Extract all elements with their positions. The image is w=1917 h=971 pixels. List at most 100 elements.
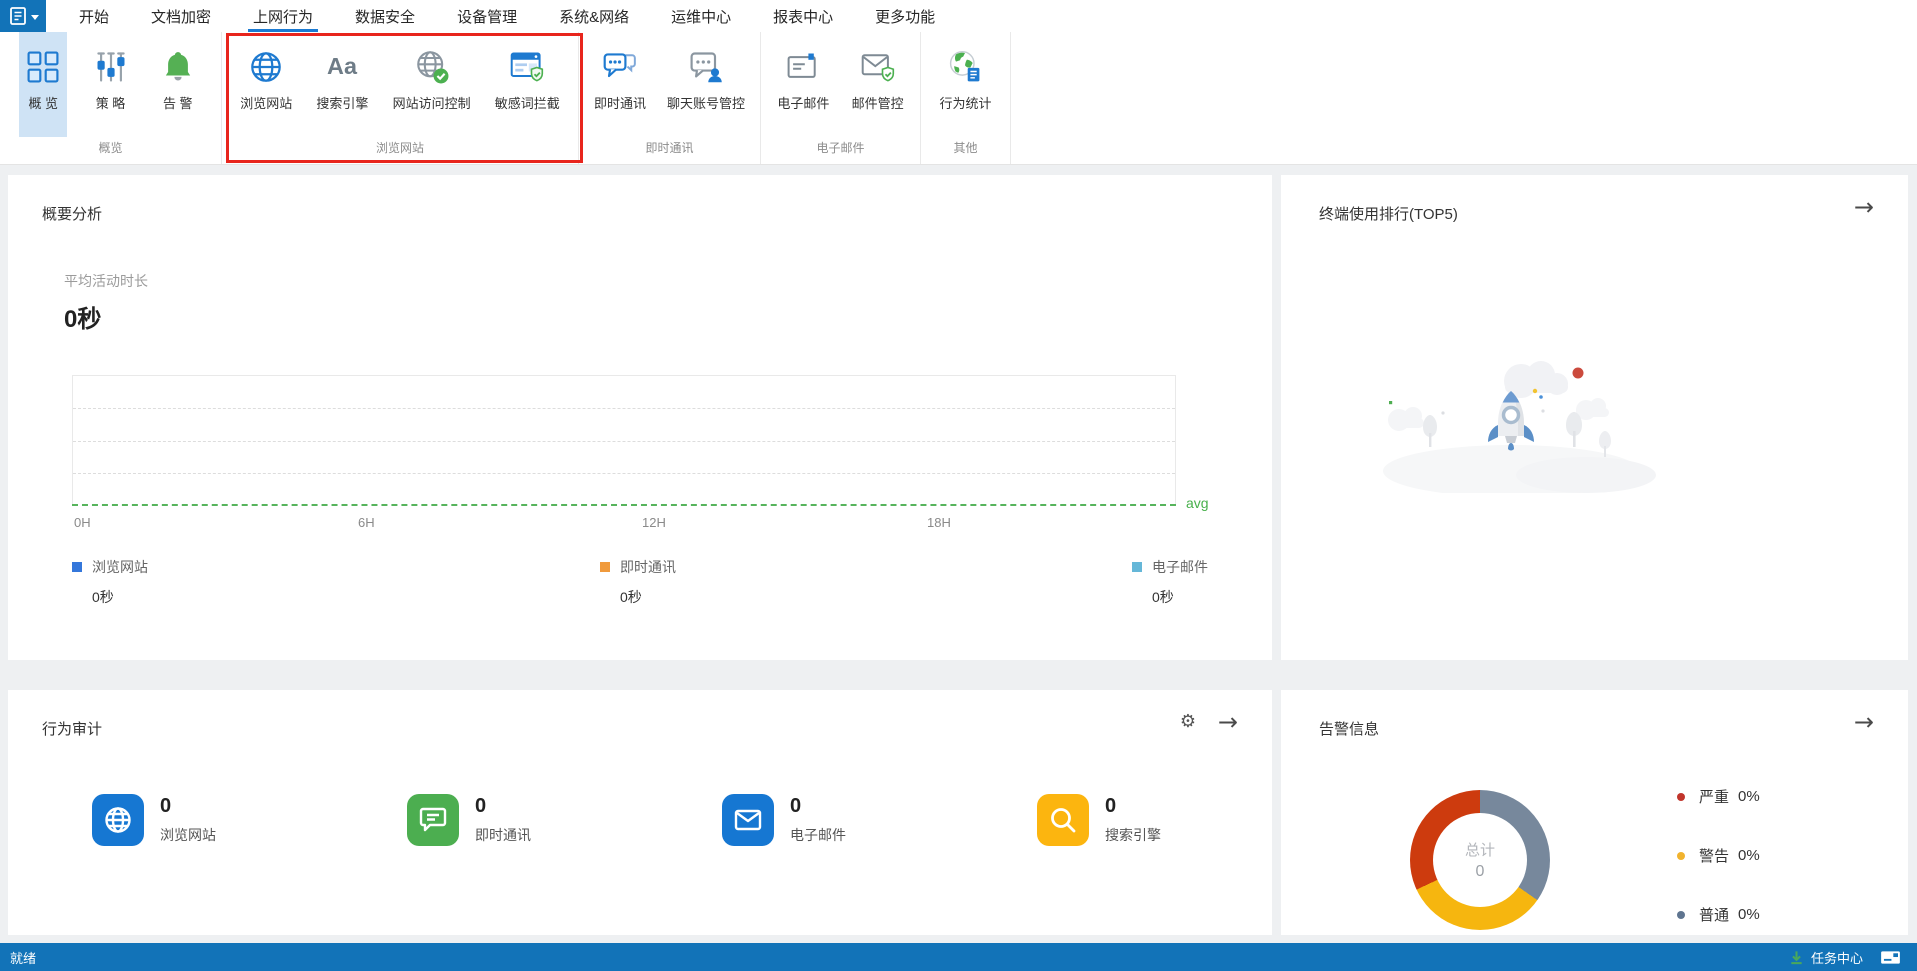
menu-tab-more[interactable]: 更多功能 — [854, 0, 956, 32]
email-control-icon — [860, 44, 896, 90]
ribbon-item-label: 即时通讯 — [593, 96, 646, 111]
alert-donut-chart: 总计 0 — [1410, 790, 1550, 930]
stat-value: 0 — [790, 795, 802, 817]
chat-stat-icon — [407, 794, 459, 846]
message-panel-icon[interactable] — [1880, 950, 1901, 965]
ribbon-item-website-access-control[interactable]: 网站访问控制 — [387, 32, 477, 137]
app-menu-button[interactable] — [0, 0, 46, 32]
ribbon-item-email-control[interactable]: 邮件管控 — [846, 32, 910, 137]
summary-analysis-card: 概要分析 平均活动时长 0秒 avg 0H 6H 12H 18H 浏览网站 0秒 — [8, 175, 1272, 660]
instant-message-icon — [602, 44, 638, 90]
ribbon-group-overview: 概 览 策 略 告 警 概览 — [0, 32, 222, 164]
stat-browse-website: 0 浏览网站 — [92, 794, 407, 846]
ribbon-item-label: 告 警 — [162, 96, 193, 111]
legend-swatch — [600, 562, 610, 572]
menu-tab-system-network[interactable]: 系统&网络 — [538, 0, 650, 32]
menu-tabs: 开始 文档加密 上网行为 数据安全 设备管理 系统&网络 运维中心 报表中心 更… — [58, 0, 956, 32]
menu-tab-start[interactable]: 开始 — [58, 0, 130, 32]
svg-text:Aa: Aa — [327, 53, 358, 79]
card-title: 行为审计 — [42, 721, 103, 738]
legend-value: 0秒 — [1152, 589, 1174, 605]
ribbon-item-overview[interactable]: 概 览 — [19, 32, 68, 137]
ribbon-item-label: 网站访问控制 — [392, 96, 471, 111]
legend-swatch — [72, 562, 82, 572]
ribbon-group-label: 概览 — [98, 141, 123, 155]
ribbon-group-label: 其他 — [953, 141, 978, 155]
ribbon-item-sensitive-word-block[interactable]: 敏感词拦截 — [489, 32, 566, 137]
arrow-right-icon[interactable]: → — [1854, 195, 1874, 219]
overview-grid-icon — [25, 44, 61, 90]
mail-stat-icon — [722, 794, 774, 846]
menu-tab-doc-encrypt[interactable]: 文档加密 — [130, 0, 232, 32]
ribbon-item-browse-website[interactable]: 浏览网站 — [234, 32, 298, 137]
legend-item-browse-website: 浏览网站 0秒 — [72, 557, 148, 607]
legend-label: 即时通讯 — [620, 559, 676, 575]
menubar: 开始 文档加密 上网行为 数据安全 设备管理 系统&网络 运维中心 报表中心 更… — [0, 0, 1917, 32]
behavior-stats-icon — [947, 44, 983, 90]
legend-swatch — [1132, 562, 1142, 572]
arrow-right-icon[interactable]: → — [1854, 710, 1874, 734]
stat-label: 即时通讯 — [475, 827, 531, 843]
ribbon-item-label: 聊天账号管控 — [666, 96, 745, 111]
globe-stat-icon — [92, 794, 144, 846]
task-center-link[interactable]: 任务中心 — [1811, 948, 1863, 967]
download-icon — [1791, 950, 1802, 964]
legend-item-email: 电子邮件 0秒 — [1132, 557, 1208, 607]
legend-label: 普通 — [1699, 907, 1730, 924]
ribbon-item-instant-message[interactable]: 即时通讯 — [588, 32, 652, 137]
x-tick: 12H — [642, 515, 666, 530]
menu-tab-internet-behavior[interactable]: 上网行为 — [232, 0, 334, 32]
card-title: 告警信息 — [1319, 721, 1380, 738]
chevron-down-icon — [30, 14, 39, 20]
menu-tab-device-mgmt[interactable]: 设备管理 — [436, 0, 538, 32]
email-icon — [785, 44, 821, 90]
menu-tab-report-center[interactable]: 报表中心 — [752, 0, 854, 32]
legend-label: 严重 — [1699, 789, 1730, 806]
ribbon-item-label: 浏览网站 — [240, 96, 293, 111]
search-engine-aa-icon: Aa — [324, 44, 360, 90]
legend-value: 0秒 — [92, 589, 114, 605]
ribbon-item-search-engine[interactable]: Aa 搜索引擎 — [310, 32, 374, 137]
ribbon-item-behavior-stats[interactable]: 行为统计 — [933, 32, 997, 137]
browse-website-globe-icon — [248, 44, 284, 90]
stat-value: 0 — [160, 795, 172, 817]
avg-activity-value: 0秒 — [64, 306, 102, 333]
ribbon-item-email[interactable]: 电子邮件 — [771, 32, 835, 137]
ribbon: 概 览 策 略 告 警 概览 浏览网站 Aa 搜索引擎 网站访问控制 敏感词拦截… — [0, 32, 1917, 165]
x-tick: 0H — [74, 515, 91, 530]
legend-label: 浏览网站 — [92, 559, 148, 575]
x-tick: 6H — [358, 515, 375, 530]
alert-info-card: 告警信息 → 总计 0 严重 0% 警告 0% 普通 0% — [1281, 690, 1908, 935]
ribbon-group-label: 浏览网站 — [375, 141, 424, 155]
stat-label: 浏览网站 — [160, 827, 216, 843]
stat-label: 电子邮件 — [790, 827, 846, 843]
card-title: 终端使用排行(TOP5) — [1319, 206, 1458, 223]
ribbon-item-chat-account-control[interactable]: 聊天账号管控 — [661, 32, 751, 137]
alert-legend: 严重 0% 警告 0% 普通 0% — [1677, 786, 1760, 925]
legend-label: 电子邮件 — [1152, 559, 1208, 575]
gear-icon[interactable]: ⚙ — [1180, 713, 1196, 731]
ribbon-group-email: 电子邮件 邮件管控 电子邮件 — [761, 32, 921, 164]
stat-email: 0 电子邮件 — [722, 794, 1037, 846]
menu-tab-ops-center[interactable]: 运维中心 — [650, 0, 752, 32]
ribbon-group-label: 即时通讯 — [645, 141, 694, 155]
x-tick: 18H — [927, 515, 951, 530]
alert-bell-icon — [160, 44, 196, 90]
statusbar: 就绪 任务中心 — [0, 943, 1917, 971]
sensitive-word-block-icon — [509, 44, 545, 90]
arrow-right-icon[interactable]: → — [1218, 710, 1238, 734]
ribbon-group-instant-message: 即时通讯 聊天账号管控 即时通讯 — [579, 32, 761, 164]
ribbon-item-label: 电子邮件 — [777, 96, 830, 111]
app-window: 开始 文档加密 上网行为 数据安全 设备管理 系统&网络 运维中心 报表中心 更… — [0, 0, 1917, 971]
activity-line-chart — [72, 375, 1176, 505]
stat-instant-message: 0 即时通讯 — [407, 794, 722, 846]
ribbon-item-policy[interactable]: 策 略 — [87, 32, 135, 137]
legend-dot — [1677, 792, 1685, 801]
avg-activity-label: 平均活动时长 — [64, 273, 148, 289]
menu-tab-data-security[interactable]: 数据安全 — [334, 0, 436, 32]
legend-value: 0秒 — [620, 589, 642, 605]
status-ready-text: 就绪 — [10, 950, 37, 966]
ribbon-item-alert[interactable]: 告 警 — [154, 32, 202, 137]
alert-legend-warning: 警告 0% — [1677, 845, 1760, 866]
app-menu-icon — [9, 7, 26, 25]
